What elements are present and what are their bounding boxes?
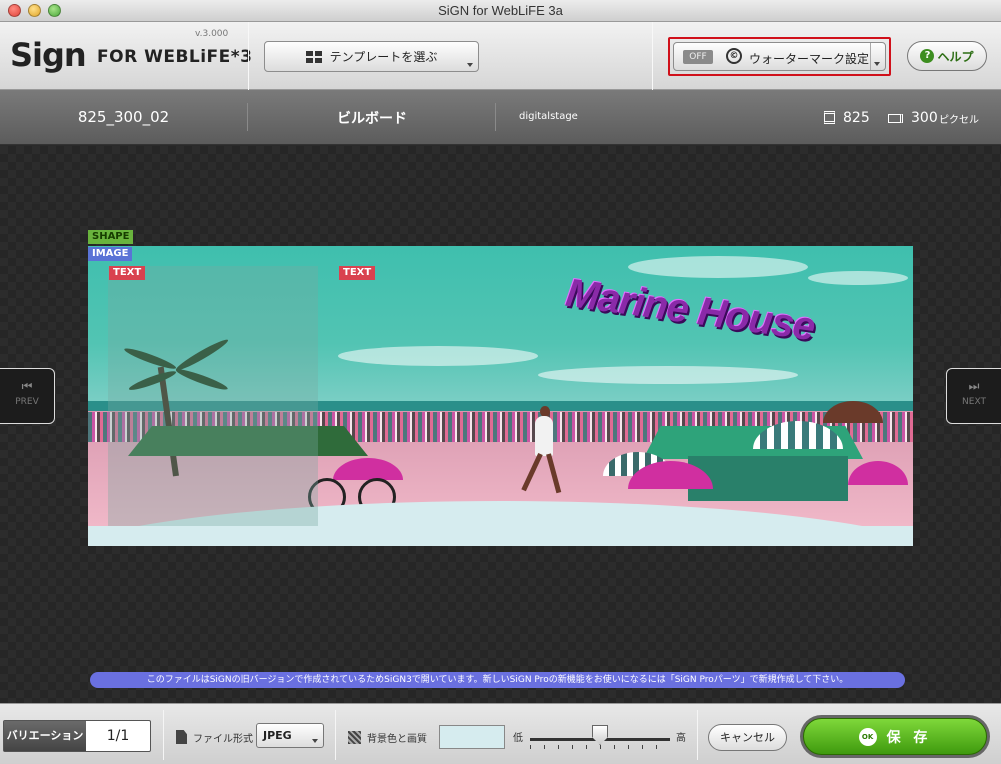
choose-template-label: テンプレートを選ぶ xyxy=(329,50,438,64)
file-icon xyxy=(176,730,187,744)
main-toolbar: Sign FOR WEBLiFE*3 v.3.000 テンプレートを選ぶ OFF… xyxy=(0,22,1001,90)
template-category: ビルボード xyxy=(337,111,407,127)
preview-canvas: ⏮ PREV ⏭ NEXT Marine House SHAPE IMAGE T… xyxy=(0,146,1001,703)
cancel-button[interactable]: キャンセル xyxy=(708,724,787,751)
info-divider xyxy=(495,103,496,131)
background-color-swatch[interactable] xyxy=(439,725,505,749)
image-layer-tag[interactable]: IMAGE xyxy=(88,247,133,261)
quality-slider-ticks xyxy=(530,745,670,749)
template-author: digitalstage xyxy=(519,111,578,122)
walking-person xyxy=(535,416,553,456)
bottom-divider xyxy=(163,710,164,760)
next-button[interactable]: ⏭ NEXT xyxy=(946,368,1001,424)
save-button[interactable]: OK 保 存 xyxy=(803,718,987,755)
legacy-file-notice: このファイルはSiGNの旧バージョンで作成されているためSiGN3で開いています… xyxy=(90,672,905,688)
template-info-bar: 825_300_02 ビルボード digitalstage 825 300 ピク… xyxy=(0,90,1001,145)
text-layer-tag[interactable]: TEXT xyxy=(339,266,376,280)
help-icon: ? xyxy=(920,49,935,63)
cloud xyxy=(538,366,798,384)
watermark-settings-label: ウォーターマーク設定 xyxy=(749,52,870,66)
watermark-settings-button[interactable]: OFF © ウォーターマーク設定 xyxy=(673,42,886,71)
file-format-select[interactable]: JPEG xyxy=(256,723,324,748)
bottom-divider xyxy=(335,710,336,760)
pixel-unit: ピクセル xyxy=(939,115,979,126)
cloud xyxy=(628,256,808,278)
text-layer-tag[interactable]: TEXT xyxy=(109,266,146,280)
prev-icon: ⏮ xyxy=(21,379,33,393)
banner-preview[interactable]: Marine House xyxy=(88,246,913,546)
window-title: SiGN for WebLiFE 3a xyxy=(438,3,563,18)
help-button[interactable]: ? ヘルプ xyxy=(907,41,987,71)
next-icon: ⏭ xyxy=(968,379,980,393)
text-layer-box[interactable] xyxy=(108,266,318,526)
grid-icon xyxy=(305,50,322,63)
quality-slider-thumb[interactable] xyxy=(592,725,608,745)
width-value: 300 xyxy=(911,110,938,126)
save-label: 保 存 xyxy=(886,729,932,746)
dropdown-arrow-icon xyxy=(312,739,318,743)
watermark-divider xyxy=(870,43,871,70)
logo-sign-text: Sign xyxy=(10,36,87,74)
next-label: NEXT xyxy=(962,397,986,407)
choose-template-button[interactable]: テンプレートを選ぶ xyxy=(264,41,479,72)
template-name: 825_300_02 xyxy=(77,108,170,126)
variation-count: 1/1 xyxy=(106,728,130,744)
variation-control[interactable]: バリエーション 1/1 xyxy=(3,720,151,752)
variation-label: バリエーション xyxy=(4,721,86,751)
cloud xyxy=(808,271,908,285)
watermark-highlight: OFF © ウォーターマーク設定 xyxy=(668,37,891,76)
height-value: 825 xyxy=(843,110,870,126)
info-divider xyxy=(247,103,248,131)
prev-button[interactable]: ⏮ PREV xyxy=(0,368,55,424)
copyright-icon: © xyxy=(726,48,742,64)
version-label: v.3.000 xyxy=(195,29,229,39)
toolbar-divider xyxy=(652,22,653,90)
background-quality-icon xyxy=(348,731,361,744)
quality-high-label: 高 xyxy=(676,733,686,744)
quality-low-label: 低 xyxy=(513,733,523,744)
file-format-label: ファイル形式 xyxy=(193,734,253,745)
width-icon xyxy=(888,114,903,123)
shape-layer-tag[interactable]: SHAPE xyxy=(88,230,134,244)
background-quality-label: 背景色と画質 xyxy=(367,734,427,745)
bottom-toolbar: バリエーション 1/1 ファイル形式 JPEG 背景色と画質 低 高 キャンセル… xyxy=(0,703,1001,764)
watermark-off-toggle[interactable]: OFF xyxy=(683,50,713,64)
window-titlebar: SiGN for WebLiFE 3a xyxy=(0,0,1001,22)
cloud xyxy=(338,346,538,366)
logo-subtitle: FOR WEBLiFE*3 xyxy=(97,47,253,67)
help-label: ヘルプ xyxy=(937,49,974,64)
bottom-divider xyxy=(697,710,698,760)
save-button-frame: OK 保 存 xyxy=(800,715,990,758)
ok-icon: OK xyxy=(858,727,877,746)
toolbar-divider xyxy=(248,22,249,90)
dropdown-arrow-icon xyxy=(467,63,473,67)
dropdown-arrow-icon[interactable] xyxy=(874,62,880,66)
file-format-value: JPEG xyxy=(263,729,292,742)
teal-tent-body xyxy=(688,456,848,501)
height-icon xyxy=(824,111,835,124)
prev-label: PREV xyxy=(15,397,39,407)
